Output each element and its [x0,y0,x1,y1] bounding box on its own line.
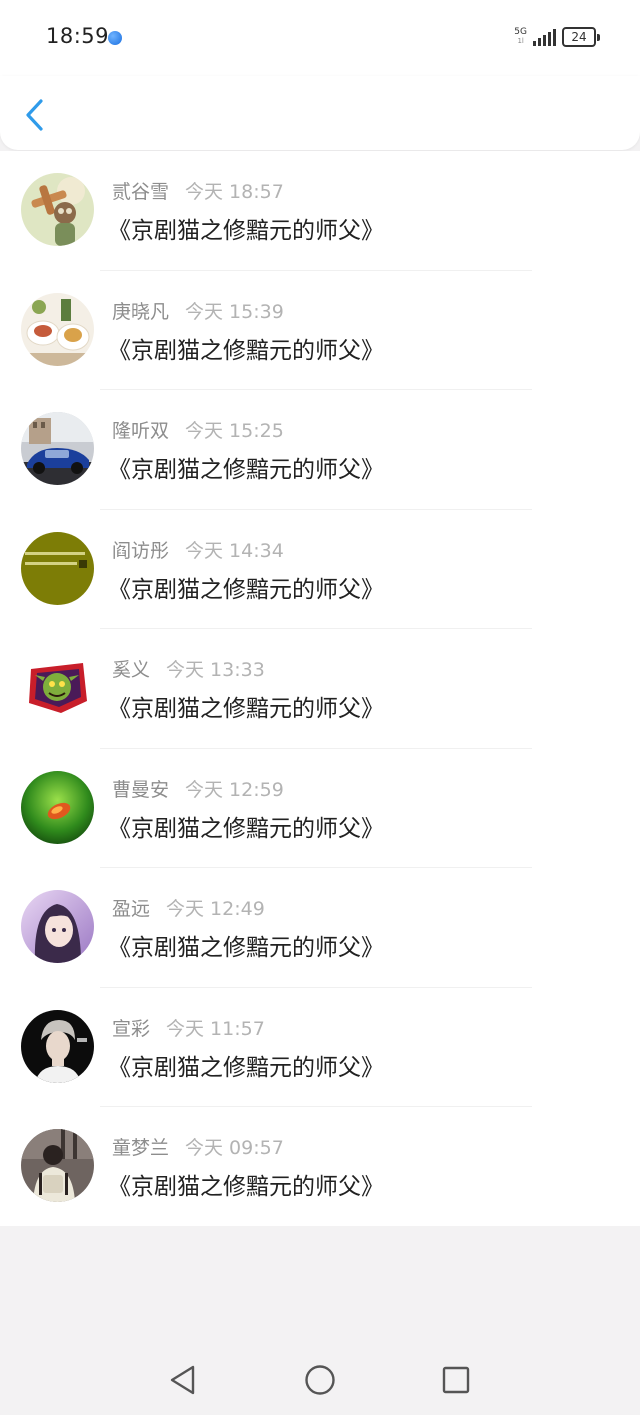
status-indicators: 5G 1l 24 [514,26,600,48]
sender-line: 童梦兰 今天 09:57 [112,1133,284,1160]
sender-line: 阎访彤 今天 14:34 [112,536,284,563]
list-item[interactable]: 曹曼安 今天 12:59 《京剧猫之修黯元的师父》 [0,749,640,868]
olive-text-avatar[interactable] [21,531,94,605]
signal-strength-icon [533,28,556,46]
battery-icon: 24 [562,27,600,47]
square-recents-icon [442,1366,470,1394]
nav-back-button[interactable] [166,1363,200,1397]
message-text: 《京剧猫之修黯元的师父》 [108,1054,384,1081]
sender-name: 庚晓凡 [112,300,170,323]
sender-line: 盈远 今天 12:49 [112,894,265,921]
status-bar: 18:59 5G 1l 24 [0,0,640,76]
nav-home-button[interactable] [303,1363,337,1397]
sender-name: 奚义 [112,659,151,681]
list-item[interactable]: 隆听双 今天 15:25 《京剧猫之修黯元的师父》 [0,390,640,510]
sender-name: 曹曼安 [112,778,170,801]
sender-line: 隆听双 今天 15:25 [112,416,284,443]
sender-name: 贰谷雪 [112,181,170,203]
message-text: 《京剧猫之修黯元的师父》 [108,218,384,244]
sender-name: 盈远 [112,898,151,920]
message-time: 今天 11:57 [166,1017,265,1040]
message-text: 《京剧猫之修黯元的师父》 [108,337,384,364]
message-time: 今天 13:33 [166,659,265,681]
message-list: 贰谷雪 今天 18:57 《京剧猫之修黯元的师父》 庚晓凡 今天 15:39 《京剧… [0,151,640,1226]
battery-level: 24 [571,30,587,44]
sender-line: 宣彩 今天 11:57 [112,1014,265,1041]
message-time: 今天 18:57 [185,181,284,203]
backpack-photo-avatar[interactable] [21,1129,94,1202]
sender-line: 奚义 今天 13:33 [112,655,265,682]
food-plates-avatar[interactable] [21,292,94,366]
message-time: 今天 15:39 [185,300,284,323]
portrait-photo-avatar[interactable] [21,1009,94,1083]
cartoon-airplane-avatar[interactable] [21,173,94,246]
sender-name: 阎访彤 [112,539,170,562]
blue-car-avatar[interactable] [21,412,94,485]
message-text: 《京剧猫之修黯元的师父》 [108,1174,384,1200]
list-item[interactable]: 阎访彤 今天 14:34 《京剧猫之修黯元的师父》 [0,510,640,629]
message-text: 《京剧猫之修黯元的师父》 [108,576,384,603]
top-app-bar [0,76,640,150]
sender-line: 庚晓凡 今天 15:39 [112,297,284,324]
list-item[interactable]: 童梦兰 今天 09:57 《京剧猫之修黯元的师父》 [0,1107,640,1227]
message-time: 今天 12:49 [166,898,265,920]
back-button[interactable] [18,94,52,136]
anime-girl-avatar[interactable] [21,890,94,963]
network-label: 5G [514,27,527,37]
list-item[interactable]: 奚义 今天 13:33 《京剧猫之修黯元的师父》 [0,629,640,749]
app-notification-icon [108,31,122,45]
status-time: 18:59 [46,24,110,48]
sender-name: 隆听双 [112,420,170,442]
network-type: 5G 1l [514,28,527,46]
sender-name: 宣彩 [112,1017,151,1040]
sender-line: 曹曼安 今天 12:59 [112,775,284,802]
system-nav-bar [0,1345,640,1415]
list-item[interactable]: 盈远 今天 12:49 《京剧猫之修黯元的师父》 [0,868,640,988]
goblin-sticker-avatar[interactable] [21,651,94,724]
message-text: 《京剧猫之修黯元的师父》 [108,696,384,722]
nav-recents-button[interactable] [439,1363,473,1397]
list-item[interactable]: 贰谷雪 今天 18:57 《京剧猫之修黯元的师父》 [0,151,640,271]
sender-line: 贰谷雪 今天 18:57 [112,177,284,204]
list-item[interactable]: 宣彩 今天 11:57 《京剧猫之修黯元的师父》 [0,988,640,1107]
message-text: 《京剧猫之修黯元的师父》 [108,935,384,961]
message-text: 《京剧猫之修黯元的师父》 [108,457,384,483]
message-time: 今天 09:57 [185,1137,284,1159]
message-text: 《京剧猫之修黯元的师父》 [108,815,384,842]
message-time: 今天 15:25 [185,420,284,442]
sender-name: 童梦兰 [112,1137,170,1159]
triangle-back-icon [170,1365,195,1395]
network-sub-label: 1l [517,37,524,45]
message-time: 今天 14:34 [185,539,284,562]
green-leaf-avatar[interactable] [21,770,94,844]
list-item[interactable]: 庚晓凡 今天 15:39 《京剧猫之修黯元的师父》 [0,271,640,390]
message-time: 今天 12:59 [185,778,284,801]
chevron-left-icon [26,99,43,131]
circle-home-icon [305,1365,335,1395]
